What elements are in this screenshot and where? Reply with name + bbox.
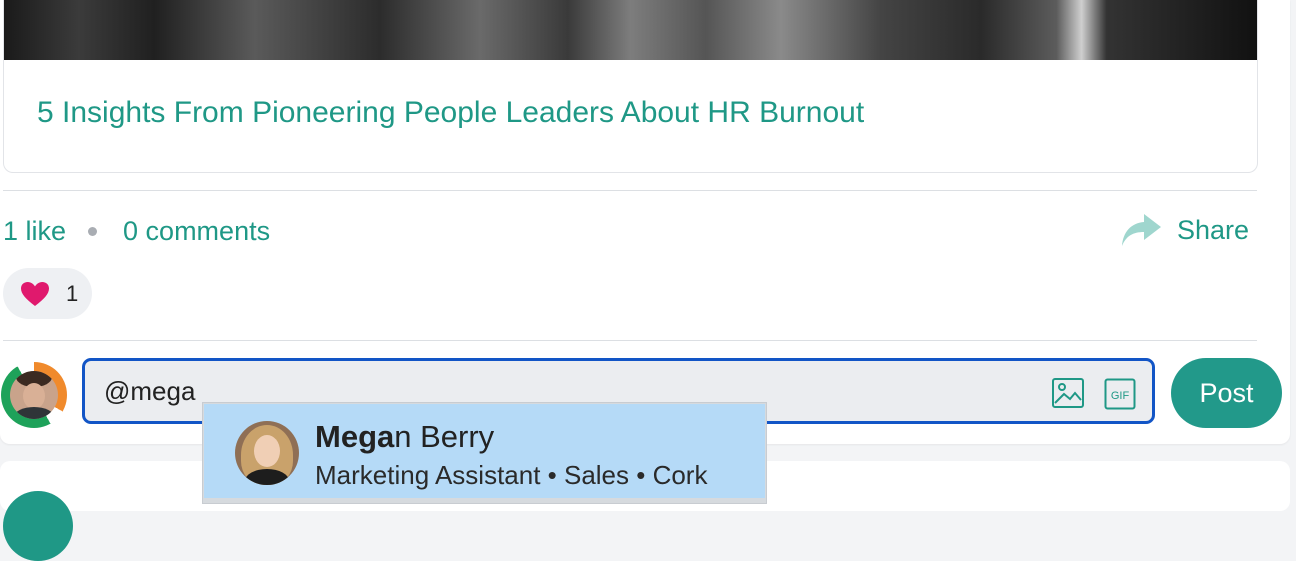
post-card: 5 Insights From Pioneering People Leader… [0,0,1290,444]
share-button[interactable]: Share [1120,210,1249,250]
mention-suggestions-dropdown: Megan Berry Marketing Assistant • Sales … [202,402,767,504]
link-preview-title[interactable]: 5 Insights From Pioneering People Leader… [37,96,864,130]
comments-count-link[interactable]: 0 comments [123,216,270,247]
mention-user-avatar [235,421,299,485]
likes-count-link[interactable]: 1 like [3,216,66,247]
separator-dot [88,226,98,236]
heart-icon [21,281,49,306]
reaction-count: 1 [66,280,79,306]
current-user-avatar [1,362,67,428]
post-button[interactable]: Post [1171,358,1282,428]
mention-user-name: Megan Berry [315,419,494,455]
link-preview-image[interactable] [4,0,1257,60]
image-upload-button[interactable] [1051,376,1085,410]
post-stats: 1 like 0 comments [3,213,270,249]
link-preview-card[interactable]: 5 Insights From Pioneering People Leader… [3,0,1258,173]
gif-label: GIF [1111,390,1130,402]
share-arrow-icon [1122,214,1161,246]
divider [3,340,1257,341]
gif-button[interactable]: GIF [1104,378,1136,410]
mention-suggestion-item[interactable]: Megan Berry Marketing Assistant • Sales … [204,404,765,498]
gif-icon: GIF [1104,378,1136,410]
share-label: Share [1177,214,1250,245]
image-icon [1052,378,1084,408]
divider [3,190,1257,191]
reaction-heart-pill[interactable]: 1 [3,268,92,319]
mention-user-details: Marketing Assistant • Sales • Cork [315,460,708,490]
mention-name-rest: n Berry [394,419,495,454]
comment-input-text[interactable]: @mega [104,376,195,407]
mention-name-match: Mega [315,419,395,454]
